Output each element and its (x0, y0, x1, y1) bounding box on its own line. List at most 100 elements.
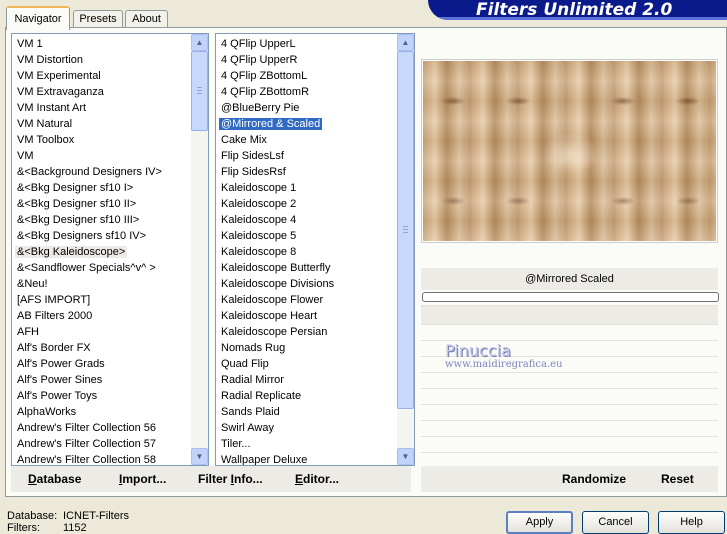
filter-item[interactable]: Sands Plaid (216, 404, 398, 420)
category-item-label: VM Extravaganza (17, 86, 104, 98)
help-button[interactable]: Help (658, 511, 725, 534)
filter-item[interactable]: Kaleidoscope 1 (216, 180, 398, 196)
category-item-label: Andrew's Filter Collection 58 (17, 454, 157, 466)
filter-item-label: 4 QFlip UpperR (221, 54, 298, 66)
scroll-up-icon[interactable]: ▲ (191, 34, 208, 51)
category-item-label: &<Bkg Designers sf10 IV> (17, 230, 147, 242)
filter-item[interactable]: 4 QFlip ZBottomR (216, 84, 398, 100)
reset-button[interactable]: Reset (661, 466, 694, 492)
category-item[interactable]: VM (12, 148, 192, 164)
editor-button[interactable]: Editor... (295, 466, 339, 492)
filter-item[interactable]: Kaleidoscope 2 (216, 196, 398, 212)
category-item[interactable]: &Neu! (12, 276, 192, 292)
tab-navigator[interactable]: Navigator (6, 6, 70, 30)
filters-count: 1152 (63, 522, 87, 534)
category-item-label: Andrew's Filter Collection 56 (17, 422, 157, 434)
category-item[interactable]: [AFS IMPORT] (12, 292, 192, 308)
category-item[interactable]: AB Filters 2000 (12, 308, 192, 324)
scroll-down-icon[interactable]: ▼ (191, 448, 208, 465)
category-item-label: Alf's Power Sines (17, 374, 103, 386)
category-item-label: &<Sandflower Specials^v^ > (17, 262, 156, 274)
filter-item[interactable]: Cake Mix (216, 132, 398, 148)
category-item-label: Alf's Border FX (17, 342, 91, 354)
filter-item[interactable]: Kaleidoscope Butterfly (216, 260, 398, 276)
scroll-thumb[interactable] (191, 51, 208, 131)
filter-item[interactable]: Quad Flip (216, 356, 398, 372)
category-item[interactable]: VM Instant Art (12, 100, 192, 116)
scroll-down-icon[interactable]: ▼ (397, 448, 414, 465)
filter-item[interactable]: Kaleidoscope Flower (216, 292, 398, 308)
filter-item[interactable]: Radial Mirror (216, 372, 398, 388)
category-item[interactable]: &<Bkg Designer sf10 III> (12, 212, 192, 228)
category-item-label: Alf's Power Grads (17, 358, 105, 370)
category-item[interactable]: VM 1 (12, 36, 192, 52)
filter-item[interactable]: 4 QFlip UpperL (216, 36, 398, 52)
import-button[interactable]: Import... (119, 466, 166, 492)
filter-item[interactable]: Tiler... (216, 436, 398, 452)
category-item[interactable]: &<Bkg Designer sf10 I> (12, 180, 192, 196)
filter-item[interactable]: Kaleidoscope 4 (216, 212, 398, 228)
filter-item[interactable]: 4 QFlip UpperR (216, 52, 398, 68)
category-item[interactable]: &<Bkg Kaleidoscope> (12, 244, 192, 260)
filter-item[interactable]: Flip SidesRsf (216, 164, 398, 180)
category-list[interactable]: VM 1 VM Distortion VM Experimental VM Extra… (11, 33, 209, 466)
filter-item-label: Radial Mirror (221, 374, 284, 386)
watermark-name: Pinuccia (445, 341, 511, 360)
filter-list[interactable]: 4 QFlip UpperL 4 QFlip UpperR 4 QFlip ZBot… (215, 33, 415, 466)
filter-item[interactable]: 4 QFlip ZBottomL (216, 68, 398, 84)
apply-button[interactable]: Apply (506, 511, 573, 534)
category-item[interactable]: &<Sandflower Specials^v^ > (12, 260, 192, 276)
category-item[interactable]: &<Bkg Designer sf10 II> (12, 196, 192, 212)
filter-item[interactable]: Kaleidoscope 5 (216, 228, 398, 244)
category-scrollbar[interactable]: ▲ ▼ (191, 34, 208, 465)
filter-item[interactable]: Kaleidoscope Heart (216, 308, 398, 324)
category-item[interactable]: Andrew's Filter Collection 58 (12, 452, 192, 466)
category-item[interactable]: AFH (12, 324, 192, 340)
status-info: Database: ICNET-Filters Filters: 1152 (7, 510, 129, 534)
filter-item[interactable]: Swirl Away (216, 420, 398, 436)
filter-item[interactable]: Kaleidoscope 8 (216, 244, 398, 260)
category-item[interactable]: AlphaWorks (12, 404, 192, 420)
category-item[interactable]: &<Background Designers IV> (12, 164, 192, 180)
tab-presets[interactable]: Presets (73, 10, 123, 28)
filter-item[interactable]: Wallpaper Deluxe (216, 452, 398, 465)
category-item[interactable]: Alf's Power Grads (12, 356, 192, 372)
category-item[interactable]: VM Distortion (12, 52, 192, 68)
category-item[interactable]: Alf's Power Toys (12, 388, 192, 404)
category-item[interactable]: VM Experimental (12, 68, 192, 84)
filter-item[interactable]: Nomads Rug (216, 340, 398, 356)
category-item[interactable]: Alf's Border FX (12, 340, 192, 356)
category-items: VM 1 VM Distortion VM Experimental VM Extra… (12, 36, 192, 466)
filter-info-button[interactable]: Filter Info... (198, 466, 263, 492)
filter-item[interactable]: @BlueBerry Pie (216, 100, 398, 116)
filter-item-label: Sands Plaid (221, 406, 280, 418)
category-item-label: [AFS IMPORT] (17, 294, 91, 306)
category-item[interactable]: VM Extravaganza (12, 84, 192, 100)
database-button[interactable]: Database (28, 466, 81, 492)
scroll-up-icon[interactable]: ▲ (397, 34, 414, 51)
filter-item[interactable]: @Mirrored & Scaled (216, 116, 398, 132)
category-item-label: &<Bkg Designer sf10 II> (17, 198, 137, 210)
filter-item-label: Kaleidoscope 1 (221, 182, 297, 194)
category-item[interactable]: VM Natural (12, 116, 192, 132)
filter-item-label: 4 QFlip ZBottomR (221, 86, 310, 98)
category-item[interactable]: VM Toolbox (12, 132, 192, 148)
filter-scrollbar[interactable]: ▲ ▼ (397, 34, 414, 465)
filter-item-label: Flip SidesRsf (221, 166, 286, 178)
list-toolbar: Database Import... Filter Info... Editor… (11, 466, 411, 492)
category-item[interactable]: &<Bkg Designers sf10 IV> (12, 228, 192, 244)
filter-item[interactable]: Kaleidoscope Divisions (216, 276, 398, 292)
randomize-button[interactable]: Randomize (562, 466, 626, 492)
category-item[interactable]: Andrew's Filter Collection 57 (12, 436, 192, 452)
category-item[interactable]: Andrew's Filter Collection 56 (12, 420, 192, 436)
filter-item-label: Nomads Rug (221, 342, 286, 354)
param-row (421, 305, 718, 324)
category-item-label: &<Bkg Designer sf10 I> (17, 182, 134, 194)
category-item[interactable]: Alf's Power Sines (12, 372, 192, 388)
filter-item[interactable]: Radial Replicate (216, 388, 398, 404)
cancel-button[interactable]: Cancel (582, 511, 649, 534)
scroll-thumb[interactable] (397, 51, 414, 409)
filter-item[interactable]: Flip SidesLsf (216, 148, 398, 164)
filter-item[interactable]: Kaleidoscope Persian (216, 324, 398, 340)
tab-about[interactable]: About (125, 10, 168, 28)
